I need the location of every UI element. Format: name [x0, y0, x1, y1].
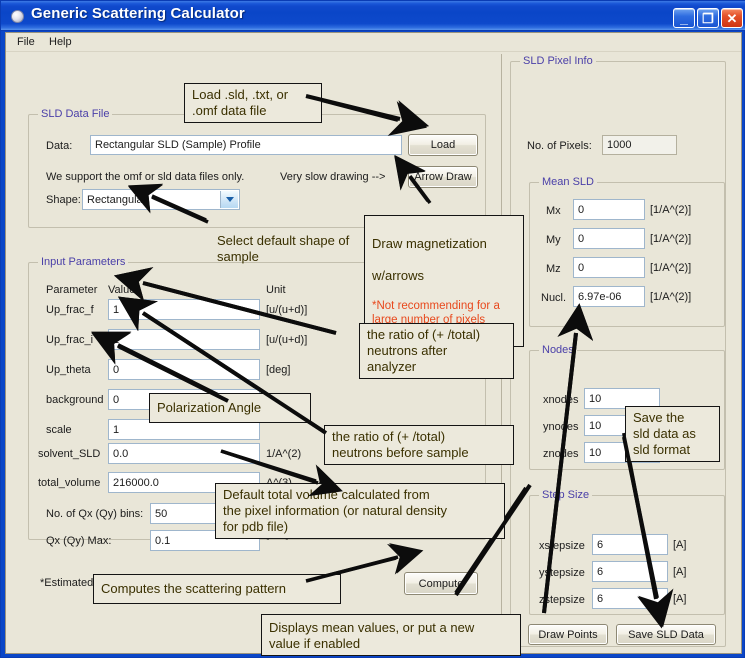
- maximize-icon: ❐: [702, 10, 714, 26]
- draw-points-button[interactable]: Draw Points: [528, 624, 608, 645]
- annotation-draw-magnetization-line1: Draw magnetization: [372, 235, 487, 251]
- annotation-load-file: Load .sld, .txt, or .omf data file: [184, 83, 322, 123]
- input-parameters-group-label: Input Parameters: [38, 256, 129, 268]
- shape-label: Shape:: [46, 194, 81, 206]
- close-button[interactable]: ✕: [721, 8, 743, 28]
- right-panel: SLD Pixel Info No. of Pixels: 1000 Mean …: [505, 54, 739, 651]
- nodes-label-xnodes: xnodes: [543, 394, 579, 406]
- mean-sld-unit-my: [1/A^(2)]: [650, 233, 692, 245]
- mean-sld-input-nucl[interactable]: 6.97e-06: [573, 286, 645, 307]
- param-unit-solvent-sld: 1/A^(2): [266, 448, 302, 460]
- window-title: Generic Scattering Calculator: [31, 5, 245, 22]
- mean-sld-input-mx[interactable]: 0: [573, 199, 645, 220]
- minimize-button[interactable]: _: [673, 8, 695, 28]
- shape-select-value: Rectangular: [87, 193, 147, 206]
- param-label-up-theta: Up_theta: [46, 364, 91, 376]
- mean-sld-label-mx: Mx: [546, 205, 561, 217]
- param-input-up-theta[interactable]: 0: [108, 359, 260, 380]
- slow-drawing-note: Very slow drawing -->: [280, 171, 386, 183]
- param-label-background: background: [46, 394, 104, 406]
- step-size-input-xstepsize[interactable]: 6: [592, 534, 668, 555]
- mean-sld-unit-nucl: [1/A^(2)]: [650, 291, 692, 303]
- nodes-label-ynodes: ynodes: [543, 421, 579, 433]
- maximize-button[interactable]: ❐: [697, 8, 719, 28]
- param-unit-up-frac-f: [u/(u+d)]: [266, 304, 308, 316]
- menu-item-file[interactable]: File: [12, 35, 40, 49]
- param-label-up-frac-f: Up_frac_f: [46, 304, 94, 316]
- sld-data-file-group-label: SLD Data File: [38, 108, 113, 120]
- chevron-down-icon[interactable]: [220, 191, 238, 208]
- param-label-total-volume: total_volume: [38, 477, 101, 489]
- minimize-icon: _: [680, 10, 688, 26]
- menu-item-help[interactable]: Help: [44, 35, 77, 49]
- param-label-solvent-sld: solvent_SLD: [38, 448, 101, 460]
- annotation-computes-pattern: Computes the scattering pattern: [93, 574, 341, 604]
- step-size-label-zstepsize: zstepsize: [539, 594, 585, 606]
- param-unit-up-frac-i: [u/(u+d)]: [266, 334, 308, 346]
- mean-sld-label-nucl: Nucl.: [541, 292, 567, 304]
- compute-button[interactable]: Compute: [404, 572, 478, 595]
- qx-max-label: Qx (Qy) Max:: [46, 535, 112, 547]
- param-input-solvent-sld[interactable]: 0.0: [108, 443, 260, 464]
- step-size-input-zstepsize[interactable]: 6: [592, 588, 668, 609]
- application-window: Generic Scattering Calculator _ ❐ ✕ File…: [0, 0, 745, 658]
- mean-sld-input-mz[interactable]: 0: [573, 257, 645, 278]
- annotation-draw-magnetization-line2: w/arrows: [372, 267, 425, 283]
- param-input-up-frac-i[interactable]: 1: [108, 329, 260, 350]
- app-icon: [11, 10, 24, 23]
- step-size-unit-xstepsize: [A]: [673, 539, 687, 551]
- param-unit-up-theta: [deg]: [266, 364, 291, 376]
- annotation-ratio-before-sample: the ratio of (+ /total) neutrons before …: [324, 425, 514, 465]
- annotation-ratio-after-analyzer: the ratio of (+ /total) neutrons after a…: [359, 323, 514, 379]
- header-parameter: Parameter: [46, 284, 98, 296]
- nodes-group-label: Nodes: [539, 344, 577, 356]
- annotation-save-sld-format: Save the sld data as sld format: [625, 406, 720, 462]
- step-size-input-ystepsize[interactable]: 6: [592, 561, 668, 582]
- param-label-up-frac-i: Up_frac_i: [46, 334, 94, 346]
- no-of-pixels-label: No. of Pixels:: [527, 140, 592, 152]
- param-input-up-frac-f[interactable]: 1: [108, 299, 260, 320]
- annotation-select-shape: Select default shape of sample: [217, 233, 350, 264]
- no-of-pixels-input[interactable]: 1000: [602, 135, 677, 155]
- annotation-displays-mean-values: Displays mean values, or put a new value…: [261, 614, 521, 656]
- step-size-label-ystepsize: ystepsize: [539, 567, 585, 579]
- mean-sld-label-my: My: [546, 234, 561, 246]
- load-button[interactable]: Load: [408, 134, 478, 156]
- mean-sld-unit-mz: [1/A^(2)]: [650, 262, 692, 274]
- param-label-scale: scale: [46, 424, 72, 436]
- data-file-input[interactable]: Rectangular SLD (Sample) Profile: [90, 135, 402, 155]
- mean-sld-input-my[interactable]: 0: [573, 228, 645, 249]
- step-size-unit-zstepsize: [A]: [673, 593, 687, 605]
- mean-sld-group-label: Mean SLD: [539, 176, 597, 188]
- omf-support-note: We support the omf or sld data files onl…: [46, 171, 245, 183]
- shape-select[interactable]: Rectangular: [82, 189, 240, 210]
- header-value: Value: [108, 284, 136, 296]
- header-unit: Unit: [266, 284, 286, 296]
- qx-bins-label: No. of Qx (Qy) bins:: [46, 508, 144, 520]
- step-size-label-xstepsize: xstepsize: [539, 540, 585, 552]
- save-sld-data-button[interactable]: Save SLD Data: [616, 624, 716, 645]
- close-icon: ✕: [726, 10, 738, 26]
- annotation-polarization-angle: Polarization Angle: [149, 393, 311, 423]
- annotation-default-total-volume: Default total volume calculated from the…: [215, 483, 505, 539]
- mean-sld-unit-mx: [1/A^(2)]: [650, 204, 692, 216]
- step-size-group-label: Step Size: [539, 489, 593, 501]
- arrow-draw-button[interactable]: Arrow Draw: [408, 166, 478, 188]
- nodes-label-znodes: znodes: [543, 448, 579, 460]
- data-label: Data:: [46, 140, 73, 152]
- title-bar: Generic Scattering Calculator _ ❐ ✕: [1, 1, 745, 31]
- sld-pixel-info-group-label: SLD Pixel Info: [520, 55, 596, 67]
- mean-sld-label-mz: Mz: [546, 263, 561, 275]
- menu-bar: File Help: [6, 33, 741, 52]
- client-area: File Help SLD Data File Data: Rectangula…: [5, 32, 742, 656]
- step-size-unit-ystepsize: [A]: [673, 566, 687, 578]
